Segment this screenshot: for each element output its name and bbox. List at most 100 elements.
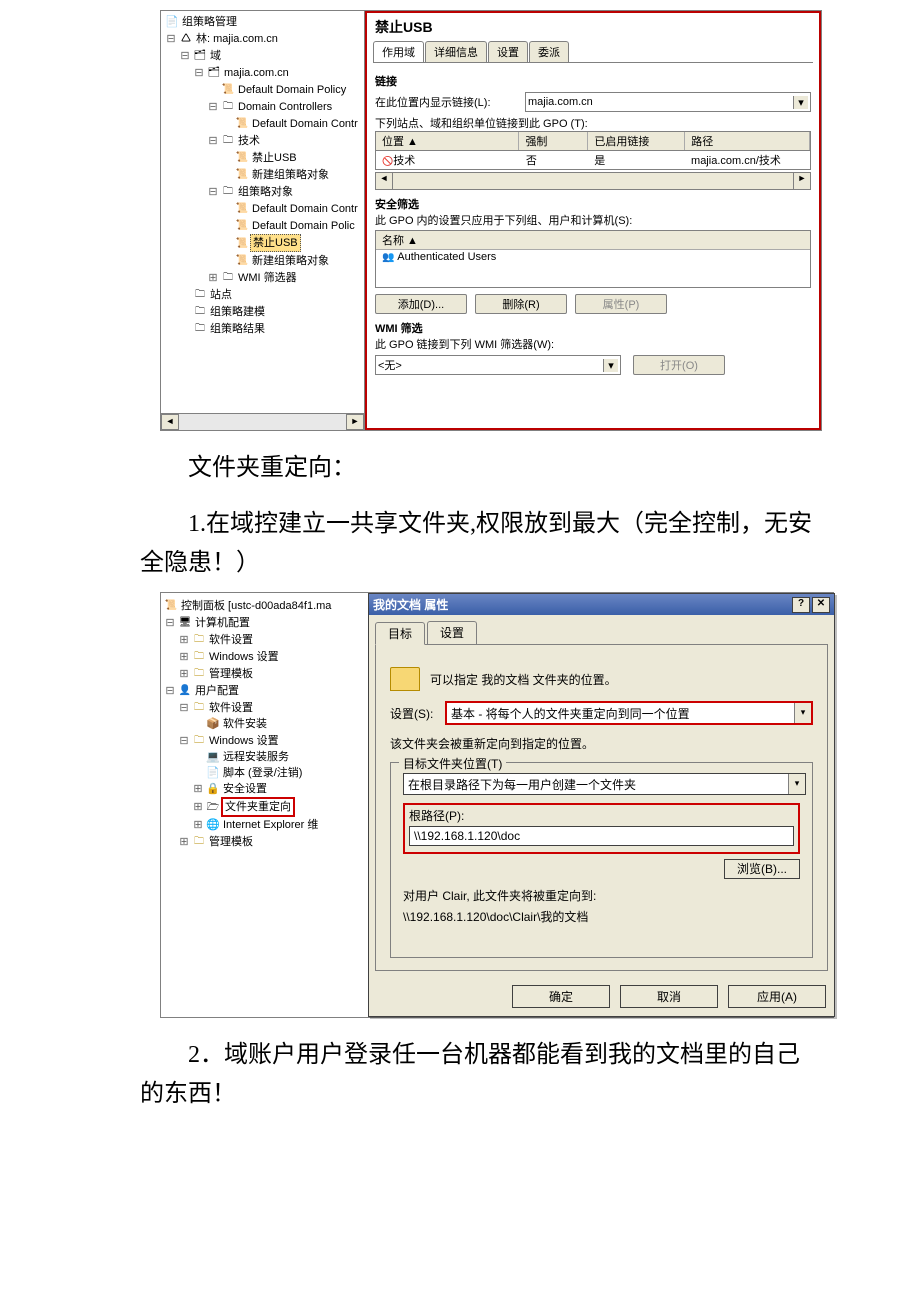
tree2-winset2[interactable]: Windows 设置 bbox=[207, 733, 281, 749]
tree2-sec[interactable]: 安全设置 bbox=[221, 781, 269, 797]
tree-root[interactable]: 组策略管理 bbox=[180, 14, 239, 30]
folder-open-icon bbox=[205, 799, 221, 816]
tree-dc[interactable]: Domain Controllers bbox=[236, 99, 334, 115]
links-h-scrollbar[interactable]: ◄ ► bbox=[375, 172, 811, 190]
chevron-down-icon[interactable]: ▾ bbox=[794, 703, 811, 723]
scroll-track[interactable] bbox=[393, 173, 793, 189]
tab-target[interactable]: 目标 bbox=[375, 622, 425, 645]
scroll-left-icon[interactable]: ◄ bbox=[376, 173, 393, 189]
ie-icon: 🌐 bbox=[205, 817, 221, 833]
gpmc-tree[interactable]: 组策略管理 ⊟林: majia.com.cn ⊟域 ⊟majia.com.cn … bbox=[161, 11, 365, 430]
col-enforced[interactable]: 强制 bbox=[519, 132, 588, 150]
help-icon[interactable]: ? bbox=[792, 597, 810, 613]
chevron-down-icon[interactable]: ▾ bbox=[793, 96, 808, 109]
paragraph-step2: 2．域账户用户登录任一台机器都能看到我的文档里的自己的东西！ bbox=[140, 1036, 820, 1113]
col-enabled[interactable]: 已启用链接 bbox=[588, 132, 685, 150]
secfilter-list[interactable]: 名称 ▲ Authenticated Users bbox=[375, 230, 811, 288]
folder-icon bbox=[191, 833, 207, 850]
computer-icon bbox=[177, 614, 193, 631]
setting-label: 设置(S): bbox=[390, 705, 445, 722]
tab-delegation[interactable]: 委派 bbox=[529, 41, 569, 62]
rootpath-input[interactable] bbox=[409, 826, 794, 846]
gpo-container-icon bbox=[220, 183, 236, 200]
tree2-folder-redir[interactable]: 文件夹重定向 bbox=[221, 797, 295, 817]
folder-icon bbox=[191, 648, 207, 665]
tree2-root[interactable]: 控制面板 [ustc-d00ada84f1.ma bbox=[179, 598, 333, 614]
setting-combo[interactable]: 基本 - 将每个人的文件夹重定向到同一个位置 ▾ bbox=[445, 701, 813, 725]
tree-ddc[interactable]: Default Domain Contr bbox=[250, 116, 360, 132]
tree-domains[interactable]: 域 bbox=[208, 48, 223, 64]
scroll-left-icon[interactable]: ◄ bbox=[161, 414, 179, 430]
sites-icon bbox=[192, 286, 208, 303]
remove-button[interactable]: 删除(R) bbox=[475, 294, 567, 314]
tree2-soft2[interactable]: 软件设置 bbox=[207, 700, 255, 716]
tree2-ie[interactable]: Internet Explorer 维 bbox=[221, 817, 320, 833]
links-row[interactable]: 技术 否 是 majia.com.cn/技术 bbox=[375, 151, 811, 170]
links-location-combo[interactable]: majia.com.cn ▾ bbox=[525, 92, 811, 112]
col-path[interactable]: 路径 bbox=[685, 132, 810, 150]
dialog-titlebar[interactable]: 我的文档 属性 ? ✕ bbox=[369, 594, 834, 615]
setting-note: 该文件夹会被重新定向到指定的位置。 bbox=[390, 735, 813, 752]
gpedit-tree[interactable]: 控制面板 [ustc-d00ada84f1.ma ⊟计算机配置 ⊞软件设置 ⊞W… bbox=[161, 593, 368, 1017]
tree-domain[interactable]: majia.com.cn bbox=[222, 65, 291, 81]
gpmc-window: 组策略管理 ⊟林: majia.com.cn ⊟域 ⊟majia.com.cn … bbox=[160, 10, 822, 431]
browse-button[interactable]: 浏览(B)... bbox=[724, 859, 800, 879]
modeling-icon bbox=[192, 303, 208, 320]
secfilter-col-name[interactable]: 名称 ▲ bbox=[376, 231, 424, 249]
tree-ban-usb[interactable]: 禁止USB bbox=[250, 150, 299, 166]
open-button[interactable]: 打开(O) bbox=[633, 355, 725, 375]
chevron-down-icon[interactable]: ▾ bbox=[788, 774, 805, 794]
add-button[interactable]: 添加(D)... bbox=[375, 294, 467, 314]
tree2-admtpl2[interactable]: 管理模板 bbox=[207, 834, 255, 850]
tree-wmi[interactable]: WMI 筛选器 bbox=[236, 270, 299, 286]
tree-sites[interactable]: 站点 bbox=[208, 287, 234, 303]
user-icon bbox=[177, 682, 193, 699]
linked-label: 下列站点、域和组织单位链接到此 GPO (T): bbox=[375, 115, 811, 131]
tree-results[interactable]: 组策略结果 bbox=[208, 321, 267, 337]
apply-button[interactable]: 应用(A) bbox=[728, 985, 826, 1008]
properties-button[interactable]: 属性(P) bbox=[575, 294, 667, 314]
gp-icon bbox=[164, 14, 180, 30]
target-location-combo[interactable]: 在根目录路径下为每一用户创建一个文件夹 ▾ bbox=[403, 773, 806, 795]
tree-gpo-objects[interactable]: 组策略对象 bbox=[236, 184, 295, 200]
tree-gpo-new2[interactable]: 新建组策略对象 bbox=[250, 253, 331, 269]
tab-settings[interactable]: 设置 bbox=[427, 621, 477, 644]
scroll-right-icon[interactable]: ► bbox=[793, 173, 810, 189]
tree2-scripts[interactable]: 脚本 (登录/注销) bbox=[221, 765, 304, 781]
tree2-comp[interactable]: 计算机配置 bbox=[193, 615, 252, 631]
policy-icon bbox=[234, 235, 250, 252]
close-icon[interactable]: ✕ bbox=[812, 597, 830, 613]
ok-button[interactable]: 确定 bbox=[512, 985, 610, 1008]
tree2-soft[interactable]: 软件设置 bbox=[207, 632, 255, 648]
wmi-combo[interactable]: <无> ▾ bbox=[375, 355, 621, 375]
tree2-softinst[interactable]: 软件安装 bbox=[221, 716, 269, 732]
col-location[interactable]: 位置 ▲ bbox=[376, 132, 519, 150]
tree-forest[interactable]: 林: majia.com.cn bbox=[194, 31, 280, 47]
tree-ou-tech[interactable]: 技术 bbox=[236, 133, 262, 149]
software-install-icon: 📦 bbox=[205, 716, 221, 732]
secfilter-entry[interactable]: Authenticated Users bbox=[376, 250, 810, 264]
domains-icon bbox=[192, 47, 208, 64]
script-icon: 📄 bbox=[205, 765, 221, 781]
forest-icon bbox=[178, 30, 194, 47]
tree2-admtpl[interactable]: 管理模板 bbox=[207, 666, 255, 682]
tree2-user[interactable]: 用户配置 bbox=[193, 683, 241, 699]
tab-scope[interactable]: 作用域 bbox=[373, 41, 424, 62]
tree2-winset[interactable]: Windows 设置 bbox=[207, 649, 281, 665]
tree-gpo-new[interactable]: 新建组策略对象 bbox=[250, 167, 331, 183]
scroll-track[interactable] bbox=[179, 414, 346, 430]
tree-ddc2[interactable]: Default Domain Contr bbox=[250, 201, 360, 217]
tree-h-scrollbar[interactable]: ◄ ► bbox=[161, 413, 364, 430]
tab-settings[interactable]: 设置 bbox=[488, 41, 528, 62]
chevron-down-icon[interactable]: ▾ bbox=[603, 359, 618, 372]
tree-ban-usb-selected[interactable]: 禁止USB bbox=[250, 234, 301, 252]
redirect-for-user-label: 对用户 Clair, 此文件夹将被重定向到: bbox=[403, 887, 800, 904]
ou-row-icon bbox=[382, 155, 393, 167]
cancel-button[interactable]: 取消 bbox=[620, 985, 718, 1008]
tree-ddp2[interactable]: Default Domain Polic bbox=[250, 218, 357, 234]
scroll-right-icon[interactable]: ► bbox=[346, 414, 364, 430]
tree-modeling[interactable]: 组策略建模 bbox=[208, 304, 267, 320]
tree2-ris[interactable]: 远程安装服务 bbox=[221, 749, 291, 765]
tab-details[interactable]: 详细信息 bbox=[425, 41, 487, 62]
tree-ddp[interactable]: Default Domain Policy bbox=[236, 82, 348, 98]
